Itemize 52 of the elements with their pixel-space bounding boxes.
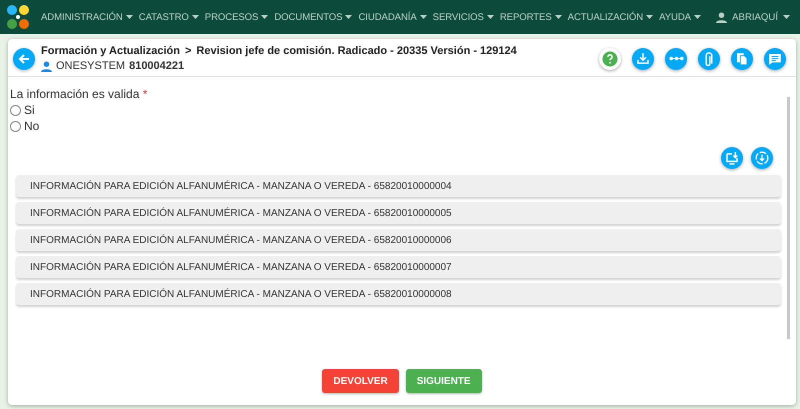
nav-menu[interactable]: PROCESOS xyxy=(202,12,272,22)
nav-menu[interactable]: CIUDADANÍA xyxy=(355,12,430,22)
accordion-header[interactable]: INFORMACIÓN PARA EDICIÓN ALFANUMÉRICA - MANZANA O VEREDA - 65820010000006 xyxy=(16,229,781,251)
caret-icon xyxy=(261,15,268,19)
comment-button[interactable] xyxy=(764,48,786,70)
question-label: La información es valida * xyxy=(10,87,148,101)
copy-button[interactable] xyxy=(731,48,753,70)
breadcrumb-separator: > xyxy=(184,45,192,57)
user-icon xyxy=(41,60,52,72)
accordion-header[interactable]: INFORMACIÓN PARA EDICIÓN ALFANUMÉRICA - MANZANA O VEREDA - 65820010000007 xyxy=(16,256,781,278)
radio-button[interactable] xyxy=(10,120,21,132)
caret-icon xyxy=(783,15,790,19)
caret-icon xyxy=(486,15,494,19)
help-button[interactable] xyxy=(599,48,621,70)
back-arrow-icon xyxy=(17,52,31,66)
nav-menu[interactable]: DOCUMENTOS xyxy=(271,12,356,22)
caret-icon xyxy=(554,15,562,19)
accordion-header[interactable]: INFORMACIÓN PARA EDICIÓN ALFANUMÉRICA - MANZANA O VEREDA - 65820010000004 xyxy=(16,175,781,197)
logo-icon xyxy=(6,3,30,31)
user-id: 810004221 xyxy=(129,60,184,72)
caret-icon xyxy=(646,15,654,19)
nav-menu[interactable]: ADMINISTRACIÓN xyxy=(38,12,136,22)
accordion-header[interactable]: INFORMACIÓN PARA EDICIÓN ALFANUMÉRICA - MANZANA O VEREDA - 65820010000008 xyxy=(16,283,781,305)
caret-icon xyxy=(345,15,352,19)
more-button[interactable] xyxy=(665,48,687,70)
screen-download-button[interactable] xyxy=(721,147,743,169)
caret-icon xyxy=(420,15,427,19)
attach-button[interactable] xyxy=(698,48,720,70)
nav-menu[interactable]: AYUDA xyxy=(656,12,704,22)
nav-menu[interactable]: SERVICIOS xyxy=(430,12,497,22)
circle-download-button[interactable] xyxy=(751,147,773,169)
help-icon xyxy=(600,48,620,68)
radio-button[interactable] xyxy=(10,104,21,116)
caret-icon xyxy=(694,15,701,19)
page-title: Revision jefe de comisión. Radicado - 20335 Versión - 129124 xyxy=(196,45,517,57)
back-button[interactable] xyxy=(13,48,35,70)
caret-icon xyxy=(126,15,133,19)
nav-menu[interactable]: REPORTES xyxy=(496,12,565,22)
nav-menu[interactable]: ACTUALIZACIÓN xyxy=(564,12,656,22)
user-name: ONESYSTEM xyxy=(56,60,126,72)
radio-label[interactable]: Si xyxy=(24,103,35,117)
user-icon xyxy=(716,12,728,22)
radio-label[interactable]: No xyxy=(24,119,40,133)
nav-menu[interactable]: CATASTRO xyxy=(136,12,202,22)
download-button[interactable] xyxy=(632,48,654,70)
accordion-header[interactable]: INFORMACIÓN PARA EDICIÓN ALFANUMÉRICA - MANZANA O VEREDA - 65820010000005 xyxy=(16,202,781,224)
caret-icon xyxy=(192,15,199,19)
paperclip-icon xyxy=(705,52,713,66)
return-button[interactable]: DEVOLVER xyxy=(322,369,399,393)
dots-icon xyxy=(668,56,684,61)
user-menu[interactable]: ABRIAQUÍ xyxy=(716,12,790,22)
breadcrumb-link[interactable]: Formación y Actualización xyxy=(41,45,180,57)
